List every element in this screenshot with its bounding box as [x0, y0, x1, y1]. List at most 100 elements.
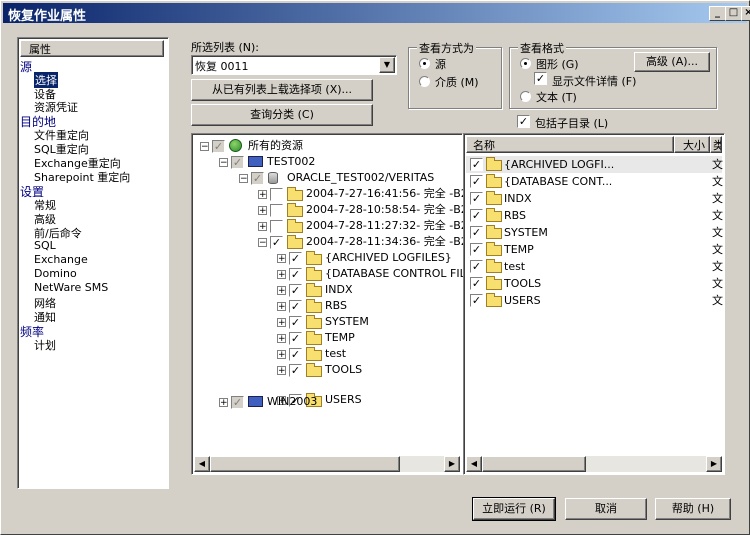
- list-item[interactable]: ✓ {DATABASE CONT... 文: [466, 173, 723, 190]
- tree-node[interactable]: + ✓ {DATABASE CONTROL FILE}: [192, 266, 480, 282]
- tree-node[interactable]: − ✓ 所有的资源: [192, 138, 458, 154]
- expand-icon[interactable]: +: [258, 206, 267, 216]
- tree-node[interactable]: − ✓ ORACLE_TEST002/VERITAS: [192, 170, 458, 186]
- tree-node[interactable]: + ✓ {ARCHIVED LOGFILES}: [192, 250, 458, 266]
- expand-icon[interactable]: +: [277, 302, 286, 312]
- expand-icon[interactable]: +: [277, 334, 286, 344]
- expand-icon[interactable]: +: [258, 222, 267, 232]
- text-radio[interactable]: [520, 91, 531, 102]
- list-item[interactable]: ✓ RBS 文: [466, 207, 723, 224]
- tree-checkbox[interactable]: ✓: [289, 348, 302, 361]
- scroll-right-icon[interactable]: ▶: [444, 456, 460, 472]
- query-catalog-button[interactable]: 查询分类 (C): [191, 104, 373, 126]
- scroll-left-icon[interactable]: ◀: [466, 456, 482, 472]
- scroll-left-icon[interactable]: ◀: [194, 456, 210, 472]
- expand-icon[interactable]: +: [277, 318, 286, 328]
- advanced-button[interactable]: 高级 (A)...: [634, 52, 710, 72]
- tree-checkbox[interactable]: [270, 204, 283, 217]
- expand-icon[interactable]: +: [258, 190, 267, 200]
- help-button[interactable]: 帮助 (H): [655, 498, 731, 520]
- scroll-thumb[interactable]: [482, 456, 586, 472]
- tree-checkbox[interactable]: [270, 220, 283, 233]
- tree-horizontal-scrollbar[interactable]: ◀ ▶: [194, 456, 460, 472]
- tree-checkbox[interactable]: ✓: [289, 300, 302, 313]
- tree-node[interactable]: + ✓ RBS: [192, 298, 458, 314]
- list-item[interactable]: ✓ TOOLS 文: [466, 275, 723, 292]
- list-item-checkbox[interactable]: ✓: [470, 158, 483, 171]
- expand-icon[interactable]: +: [277, 286, 286, 296]
- list-item[interactable]: ✓ test 文: [466, 258, 723, 275]
- view-source-radio[interactable]: [419, 58, 430, 69]
- column-size-header[interactable]: 大小: [674, 136, 710, 153]
- tree-checkbox[interactable]: ✓: [289, 268, 302, 281]
- close-button[interactable]: ×: [741, 6, 750, 21]
- tree-node[interactable]: − ✓ TEST002: [192, 154, 458, 170]
- tree-node[interactable]: +2004-7-27-16:41:56- 完全 -B2D: [192, 186, 476, 202]
- expand-icon[interactable]: +: [277, 350, 286, 360]
- list-item-checkbox[interactable]: ✓: [470, 277, 483, 290]
- minimize-button[interactable]: _: [709, 6, 726, 21]
- cancel-button[interactable]: 取消: [565, 498, 647, 520]
- tree-checkbox[interactable]: [270, 188, 283, 201]
- list-item-checkbox[interactable]: ✓: [470, 209, 483, 222]
- expand-icon[interactable]: +: [277, 270, 286, 280]
- tree-node[interactable]: + ✓ test: [192, 346, 458, 362]
- sidebar-item[interactable]: NetWare SMS: [34, 281, 108, 294]
- list-item[interactable]: ✓ SYSTEM 文: [466, 224, 723, 241]
- graph-radio[interactable]: [520, 58, 531, 69]
- column-type-header[interactable]: 类: [710, 136, 722, 153]
- tree-checkbox[interactable]: ✓: [231, 156, 244, 169]
- tree-checkbox[interactable]: ✓: [251, 172, 264, 185]
- tree-checkbox[interactable]: ✓: [289, 252, 302, 265]
- sidebar-item[interactable]: 计划: [34, 337, 56, 353]
- list-item-checkbox[interactable]: ✓: [470, 260, 483, 273]
- tree-node[interactable]: + ✓ INDX: [192, 282, 458, 298]
- collapse-icon[interactable]: −: [219, 158, 228, 168]
- collapse-icon[interactable]: −: [200, 142, 209, 152]
- tree-checkbox[interactable]: ✓: [212, 140, 225, 153]
- tree-node[interactable]: +2004-7-28-11:27:32- 完全 -B2D: [192, 218, 476, 234]
- collapse-icon[interactable]: −: [258, 238, 267, 248]
- list-item-checkbox[interactable]: ✓: [470, 294, 483, 307]
- list-item[interactable]: ✓ USERS 文: [466, 292, 723, 309]
- maximize-button[interactable]: □: [725, 6, 742, 21]
- view-media-radio[interactable]: [419, 76, 430, 87]
- sidebar-item[interactable]: Domino: [34, 267, 77, 280]
- include-subdirs-checkbox[interactable]: ✓: [517, 115, 530, 128]
- list-item-checkbox[interactable]: ✓: [470, 226, 483, 239]
- tree-node[interactable]: +2004-7-28-10:58:54- 完全 -B2D: [192, 202, 476, 218]
- column-name-header[interactable]: 名称: [466, 136, 674, 153]
- chevron-down-icon[interactable]: ▼: [379, 57, 395, 73]
- tree-node[interactable]: + ✓ TOOLS: [192, 362, 458, 378]
- tree-checkbox[interactable]: ✓: [289, 284, 302, 297]
- list-item[interactable]: ✓ TEMP 文: [466, 241, 723, 258]
- tree-checkbox[interactable]: ✓: [289, 332, 302, 345]
- tree-checkbox[interactable]: ✓: [231, 396, 244, 409]
- expand-icon[interactable]: +: [277, 366, 286, 376]
- collapse-icon[interactable]: −: [239, 174, 248, 184]
- tree-node[interactable]: + ✓ TEMP: [192, 330, 458, 346]
- tree-checkbox[interactable]: ✓: [289, 364, 302, 377]
- tree-node[interactable]: + ✓ WIN2003: [192, 394, 458, 410]
- list-horizontal-scrollbar[interactable]: ◀ ▶: [466, 456, 722, 472]
- run-now-button[interactable]: 立即运行 (R): [472, 497, 556, 521]
- tree-checkbox[interactable]: ✓: [289, 316, 302, 329]
- sidebar-item[interactable]: Exchange: [34, 253, 88, 266]
- sidebar-item[interactable]: Sharepoint 重定向: [34, 169, 130, 185]
- scroll-right-icon[interactable]: ▶: [706, 456, 722, 472]
- list-item[interactable]: ✓ INDX 文: [466, 190, 723, 207]
- expand-icon[interactable]: +: [277, 254, 286, 264]
- tree-node[interactable]: − ✓ 2004-7-28-11:34:36- 完全 -B2D: [192, 234, 476, 250]
- list-item[interactable]: ✓ {ARCHIVED LOGFI... 文: [466, 156, 723, 173]
- load-selection-button[interactable]: 从已有列表上载选择项 (X)...: [191, 79, 373, 101]
- expand-icon[interactable]: +: [219, 398, 228, 408]
- list-item-checkbox[interactable]: ✓: [470, 243, 483, 256]
- show-details-checkbox[interactable]: ✓: [534, 72, 547, 85]
- list-item-checkbox[interactable]: ✓: [470, 175, 483, 188]
- sidebar-item[interactable]: SQL: [34, 239, 56, 252]
- selection-list-combobox[interactable]: 恢复 0011 ▼: [191, 55, 397, 75]
- list-item-checkbox[interactable]: ✓: [470, 192, 483, 205]
- scroll-thumb[interactable]: [210, 456, 400, 472]
- tree-checkbox[interactable]: ✓: [270, 236, 283, 249]
- tree-node[interactable]: + ✓ SYSTEM: [192, 314, 458, 330]
